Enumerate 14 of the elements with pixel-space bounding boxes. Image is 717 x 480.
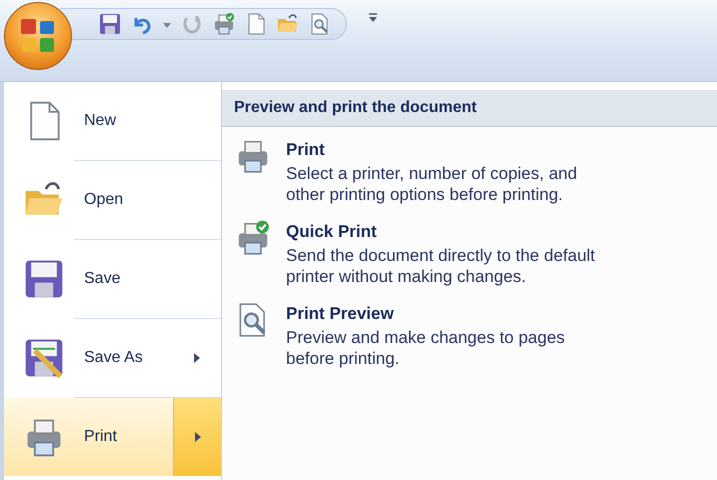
menu-item[interactable]: Open bbox=[4, 161, 221, 239]
caret-icon bbox=[368, 13, 378, 23]
customize-toolbar-button[interactable] bbox=[368, 13, 378, 23]
menu-item[interactable]: Print bbox=[4, 398, 221, 476]
menu-item[interactable]: Save bbox=[4, 240, 221, 318]
printer-check-icon bbox=[212, 12, 236, 36]
submenu-item[interactable]: Quick Print Send the document directly to the default printer without making changes. bbox=[222, 209, 717, 291]
submenu-item[interactable]: Print Preview Preview and make changes to pages before printing. bbox=[222, 291, 717, 373]
submenu-heading: Preview and print the document bbox=[222, 90, 717, 127]
toolbar-button[interactable] bbox=[98, 12, 122, 36]
menu-item[interactable]: Save As bbox=[4, 319, 221, 397]
submenu-item[interactable]: Print Select a printer, number of copies, and other printing options before printing. bbox=[222, 127, 717, 209]
menu-item[interactable]: New bbox=[4, 82, 221, 160]
toolbar-button[interactable] bbox=[212, 12, 236, 36]
